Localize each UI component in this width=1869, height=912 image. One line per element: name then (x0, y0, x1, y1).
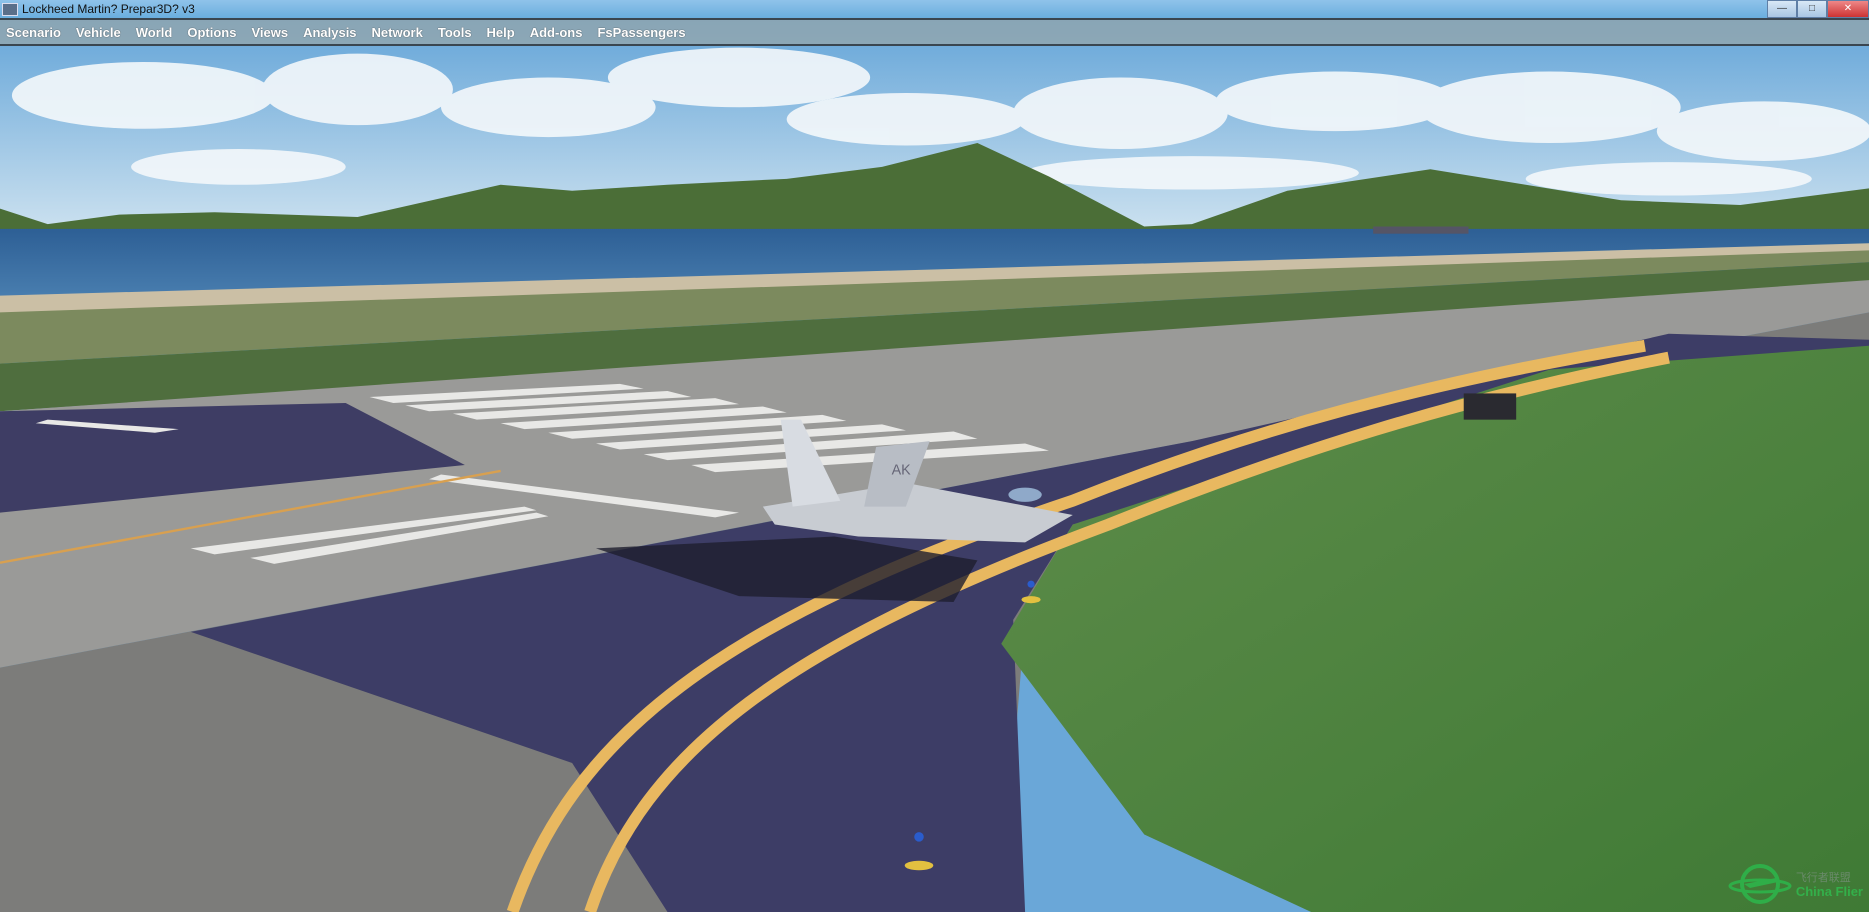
maximize-button[interactable]: □ (1797, 0, 1827, 18)
3d-viewport[interactable]: AK (0, 0, 1869, 912)
minimize-button[interactable]: — (1767, 0, 1797, 18)
menu-vehicle[interactable]: Vehicle (76, 25, 121, 40)
ship (1373, 226, 1469, 234)
menu-help[interactable]: Help (487, 25, 515, 40)
watermark-logo: 飞行者联盟 China Flier (1728, 862, 1863, 906)
close-button[interactable]: ✕ (1827, 0, 1869, 18)
app-icon (2, 2, 18, 16)
menu-tools[interactable]: Tools (438, 25, 472, 40)
menu-views[interactable]: Views (251, 25, 288, 40)
menu-fspassengers[interactable]: FsPassengers (597, 25, 685, 40)
menu-world[interactable]: World (136, 25, 173, 40)
watermark-en: China Flier (1795, 884, 1863, 899)
menu-scenario[interactable]: Scenario (6, 25, 61, 40)
sign-board (1463, 393, 1517, 420)
title-bar: Lockheed Martin? Prepar3D? v3 — □ ✕ (0, 0, 1869, 18)
menu-options[interactable]: Options (187, 25, 236, 40)
window-title: Lockheed Martin? Prepar3D? v3 (22, 2, 195, 16)
menu-bar: Scenario Vehicle World Options Views Ana… (0, 18, 1869, 46)
menu-analysis[interactable]: Analysis (303, 25, 356, 40)
watermark-cn: 飞行者联盟 (1795, 872, 1851, 884)
menu-addons[interactable]: Add-ons (530, 25, 583, 40)
tail-code: AK (892, 462, 912, 478)
menu-network[interactable]: Network (372, 25, 423, 40)
plane-globe-icon (1728, 864, 1792, 904)
